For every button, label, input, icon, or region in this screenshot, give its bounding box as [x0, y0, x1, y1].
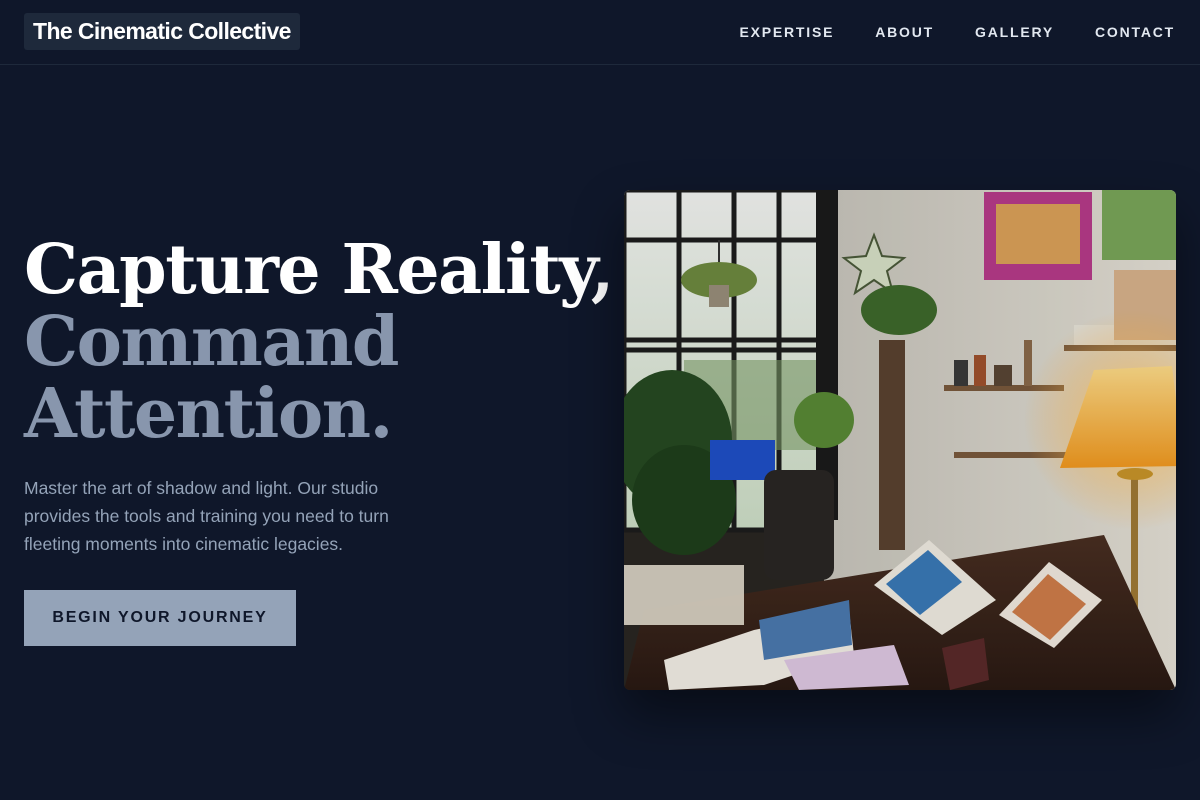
nav-link-expertise[interactable]: EXPERTISE [739, 22, 834, 42]
site-header: The Cinematic Collective EXPERTISE ABOUT… [0, 0, 1200, 65]
hero-image [624, 190, 1176, 690]
hero-headline: Capture Reality, Command Attention. [24, 230, 614, 454]
site-logo[interactable]: The Cinematic Collective [24, 13, 300, 50]
headline-line-3: Attention. [24, 374, 393, 454]
nav-link-gallery[interactable]: GALLERY [975, 22, 1054, 42]
headline-line-2: Command [24, 302, 399, 382]
main-nav: EXPERTISE ABOUT GALLERY CONTACT [739, 22, 1175, 42]
hero-subtext: Master the art of shadow and light. Our … [24, 478, 389, 554]
headline-line-1: Capture Reality, [24, 230, 614, 310]
nav-link-contact[interactable]: CONTACT [1095, 22, 1175, 42]
begin-journey-button[interactable]: BEGIN YOUR JOURNEY [24, 590, 296, 646]
nav-link-about[interactable]: ABOUT [875, 22, 934, 42]
